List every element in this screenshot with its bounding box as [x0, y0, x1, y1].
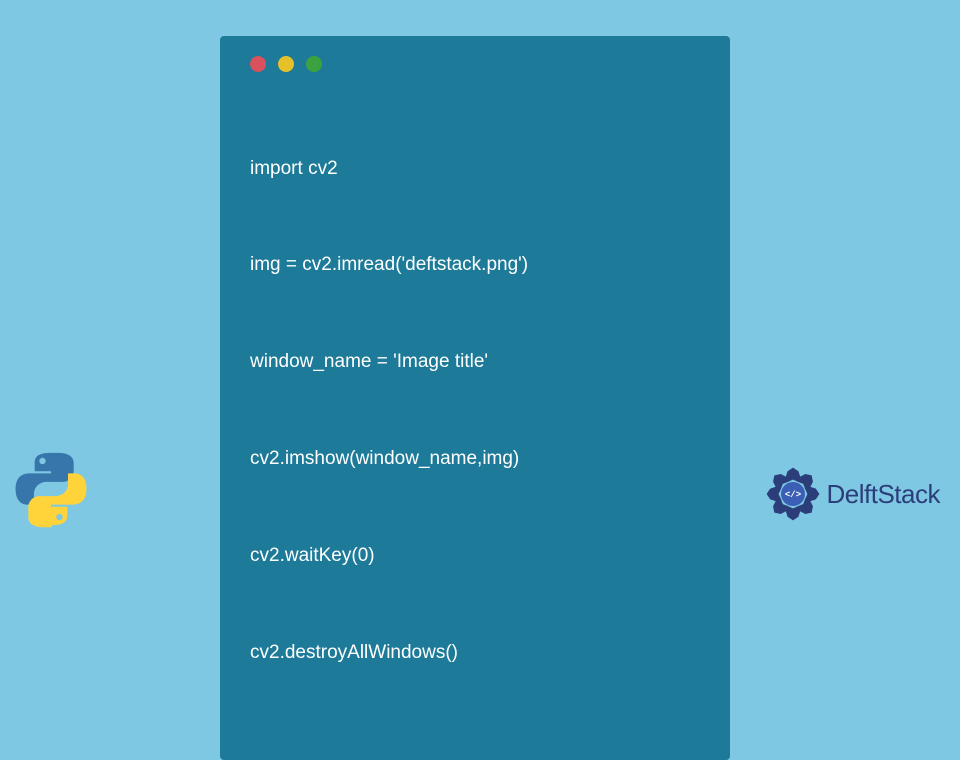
- code-line: cv2.waitKey(0): [250, 540, 700, 572]
- svg-text:</>: </>: [784, 490, 800, 500]
- code-line: cv2.imshow(window_name,img): [250, 443, 700, 475]
- delftstack-logo: </> DelftStack: [763, 464, 941, 524]
- maximize-icon: [306, 56, 322, 72]
- window-traffic-lights: [250, 56, 700, 72]
- code-line: img = cv2.imread('deftstack.png'): [250, 249, 700, 281]
- close-icon: [250, 56, 266, 72]
- python-logo-icon: [12, 450, 90, 528]
- code-window: import cv2 img = cv2.imread('deftstack.p…: [220, 36, 730, 760]
- minimize-icon: [278, 56, 294, 72]
- code-block: import cv2 img = cv2.imread('deftstack.p…: [250, 88, 700, 734]
- code-line: window_name = 'Image title': [250, 346, 700, 378]
- delftstack-badge-icon: </>: [763, 464, 823, 524]
- brand-name: DelftStack: [827, 479, 941, 510]
- code-line: cv2.destroyAllWindows(): [250, 637, 700, 669]
- code-line: import cv2: [250, 153, 700, 185]
